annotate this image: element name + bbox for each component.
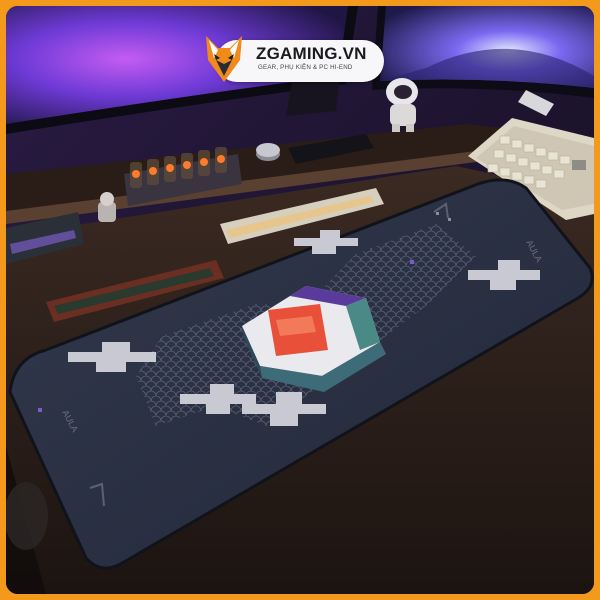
product-photo: AULA AULA xyxy=(6,6,594,594)
orange-frame: AULA AULA ZGAMING.VN GEAR, PHỤ KIỆN & PC… xyxy=(0,0,600,600)
fox-head-icon xyxy=(206,36,242,82)
brand-name: ZGAMING.VN xyxy=(256,44,367,63)
brand-tagline: GEAR, PHỤ KIỆN & PC HI-END xyxy=(258,64,353,71)
brand-watermark: ZGAMING.VN GEAR, PHỤ KIỆN & PC HI-END xyxy=(196,30,384,86)
